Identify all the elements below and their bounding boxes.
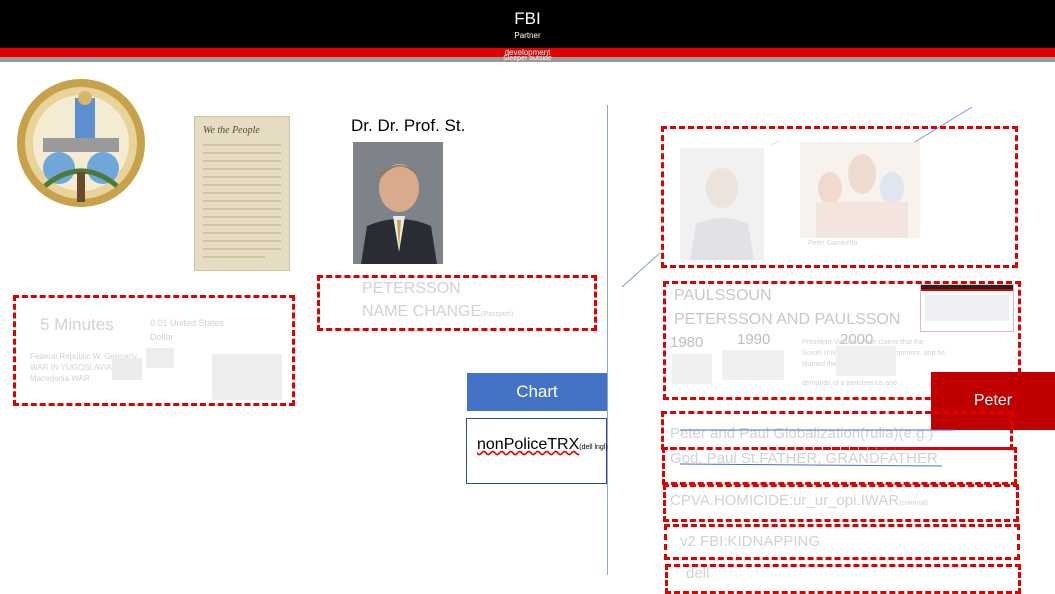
row-homicide-text: CPVA.HOMICIDE:ur_ur_opi.IWAR(criminal) bbox=[670, 492, 928, 509]
underline-lines bbox=[680, 429, 956, 467]
faint-thumb-1 bbox=[672, 354, 712, 384]
nonpolice-label: nonPoliceTRX(dell lngl) bbox=[477, 436, 608, 454]
faint-cathedral bbox=[800, 142, 920, 238]
currency-label: Dollar bbox=[150, 332, 174, 342]
caption-yugoslavia: WAR IN YUGOSLAVIA bbox=[30, 363, 112, 372]
row-dell-text: dell bbox=[686, 565, 710, 582]
document-image: We the People bbox=[194, 116, 290, 271]
amount-label: 0.01 United States bbox=[150, 318, 225, 328]
header-subtitle: Partner bbox=[514, 31, 541, 40]
faint-photo-1 bbox=[112, 358, 142, 380]
image-caption: Peter Gambetta bbox=[808, 240, 858, 247]
svg-text:We the People: We the People bbox=[203, 125, 260, 136]
person-photo bbox=[353, 142, 443, 264]
header-title: FBI bbox=[514, 9, 541, 28]
person-title: Dr. Dr. Prof. St. bbox=[351, 116, 466, 135]
name-change-label: NAME CHANGE(Passport) bbox=[362, 303, 513, 321]
vertical-divider bbox=[607, 105, 608, 575]
nonpolice-sub: (dell lngl) bbox=[579, 444, 608, 451]
faint-portrait bbox=[680, 148, 764, 260]
nonpolice-box[interactable]: nonPoliceTRX(dell lngl) bbox=[466, 418, 608, 484]
homicide-sub: (criminal) bbox=[899, 500, 928, 507]
caption-macedonia: Macedonia WAR bbox=[30, 374, 90, 383]
year-1990: 1990 bbox=[737, 331, 771, 348]
name-change-text: NAME CHANGE bbox=[362, 303, 482, 320]
faint-thumb-2 bbox=[722, 350, 784, 380]
row-kidnapping-text: v2 FBI:KIDNAPPING bbox=[680, 533, 821, 550]
faint-photo-2 bbox=[146, 348, 174, 368]
homicide-main: CPVA.HOMICIDE:ur_ur_opi.IWAR bbox=[670, 492, 900, 509]
five-minutes-label: 5 Minutes bbox=[40, 315, 114, 334]
petersson-paulsson-label: PETERSSON AND PAULSSON bbox=[674, 311, 901, 328]
seal-image bbox=[15, 76, 147, 210]
faint-thumb-3 bbox=[836, 346, 896, 376]
year-1980: 1980 bbox=[670, 334, 704, 351]
dev-sub-label: Sleeper outside bbox=[503, 55, 552, 62]
name-change-sub: (Passport) bbox=[481, 311, 514, 318]
nonpolice-text: nonPoliceTRX bbox=[477, 436, 580, 453]
bio-text-4: demands of a treacherous and bbox=[802, 380, 897, 387]
petersson-label: PETERSSON bbox=[362, 280, 461, 297]
chart-button[interactable]: Chart bbox=[467, 373, 607, 411]
thumb-redbar bbox=[921, 289, 1013, 291]
bio-text-1: President Vladimir Putin claims that the bbox=[802, 339, 924, 346]
faint-photo-3 bbox=[212, 354, 282, 400]
screenshot-thumbnail bbox=[920, 284, 1014, 332]
paulssoun-label: PAULSSOUN bbox=[674, 287, 772, 304]
thumb-content bbox=[925, 295, 1009, 321]
